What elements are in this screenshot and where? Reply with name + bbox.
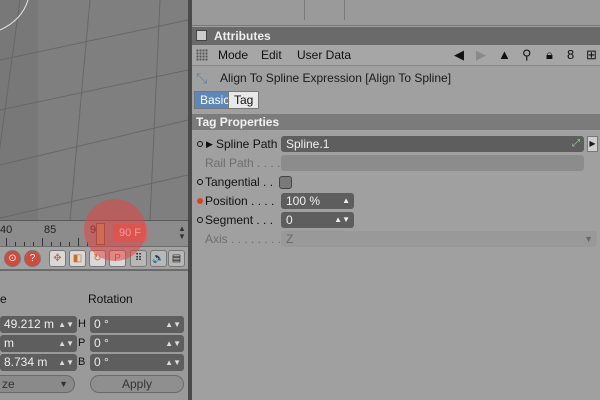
- spline-path-expand-button[interactable]: ▶: [587, 136, 598, 152]
- playhead[interactable]: [96, 223, 105, 245]
- apply-button[interactable]: Apply: [90, 375, 184, 393]
- timeline[interactable]: 40 85 9 90 F ▲ ▼: [0, 220, 188, 246]
- timeline-tick: 85: [44, 224, 57, 236]
- field-value: 100 %: [286, 194, 321, 208]
- coordinates-panel: e Rotation 49.212 m ▲▼ H 0 ° ▲▼ m ▲▼ P 0 ° ▲…: [0, 271, 188, 400]
- position-z-field[interactable]: 8.734 m ▲▼: [0, 354, 77, 371]
- search-icon[interactable]: ⚲: [522, 47, 532, 63]
- mode-value: ze: [2, 377, 15, 391]
- tangential-label: Tangential . .: [205, 175, 274, 189]
- back-arrow-icon[interactable]: ◀: [454, 47, 464, 63]
- attributes-panel: Attributes Mode Edit User Data ◀ ▶ ▲ ⚲ 🔒…: [192, 0, 600, 400]
- field-value: 49.212 m: [4, 317, 55, 331]
- spline-path-field[interactable]: Spline.1 ⤢: [281, 136, 584, 152]
- rotation-p-field[interactable]: 0 ° ▲▼: [90, 335, 184, 352]
- up-arrow-icon[interactable]: ▲: [498, 47, 511, 62]
- section-header: Tag Properties: [192, 114, 600, 130]
- frame-stepper-icon[interactable]: ▲ ▼: [178, 225, 186, 241]
- axis-label-p: P: [78, 337, 86, 349]
- position-label: Position . . . .: [205, 194, 275, 208]
- column-header-size: e: [0, 292, 7, 306]
- rotation-b-field[interactable]: 0 ° ▲▼: [90, 354, 184, 371]
- object-header: ⤡ Align To Spline Expression [Align To S…: [192, 68, 600, 88]
- column-header-rotation: Rotation: [88, 292, 133, 306]
- spline-path-label: Spline Path: [216, 137, 278, 151]
- move-key-icon[interactable]: ✥: [49, 250, 66, 267]
- axis-label: Axis . . . . . . . .: [205, 232, 282, 246]
- tangential-checkbox[interactable]: [279, 176, 292, 189]
- attributes-title: Attributes: [214, 29, 271, 43]
- forward-arrow-icon[interactable]: ▶: [476, 47, 486, 63]
- menu-user-data[interactable]: User Data: [297, 48, 351, 62]
- new-panel-icon[interactable]: ⊞: [586, 47, 597, 63]
- keyframe-bullet-icon[interactable]: [197, 198, 203, 204]
- field-value: Z: [286, 232, 294, 246]
- lock-icon[interactable]: 🔒︎: [546, 47, 553, 63]
- scale-key-icon[interactable]: ◧: [69, 250, 86, 267]
- attributes-titlebar: Attributes: [192, 27, 600, 45]
- position-field[interactable]: 100 % ▲: [281, 193, 354, 209]
- axis-select[interactable]: Z ▼: [281, 231, 597, 247]
- position-y-field[interactable]: m ▲▼: [0, 335, 77, 352]
- layout-icon[interactable]: ▤: [168, 250, 185, 267]
- animate-bullet-icon[interactable]: [197, 217, 203, 223]
- tab-tag[interactable]: Tag: [228, 91, 260, 109]
- field-value: 0 °: [94, 317, 109, 331]
- expand-arrow-icon[interactable]: ▶: [206, 139, 213, 150]
- axis-row: Axis . . . . . . . . Z ▼: [192, 230, 600, 249]
- attributes-menubar: Mode Edit User Data ◀ ▶ ▲ ⚲ 🔒︎ 8 ⊞: [192, 45, 600, 66]
- rotation-h-field[interactable]: 0 ° ▲▼: [90, 316, 184, 333]
- spline-path-row: ▶ Spline Path Spline.1 ⤢ ▶: [192, 135, 600, 154]
- timeline-ticks: [0, 237, 188, 246]
- menu-edit[interactable]: Edit: [261, 48, 282, 62]
- animate-bullet-icon[interactable]: [197, 179, 203, 185]
- chevron-down-icon: ▼: [584, 234, 593, 244]
- help-icon[interactable]: ?: [24, 250, 41, 267]
- point-key-icon[interactable]: ⠿: [130, 250, 147, 267]
- transport-toolbar: ⊙ ? ✥ ◧ ↻ P ⠿ 🔊 ▤: [0, 246, 188, 270]
- segment-row: Segment . . . 0 ▲▼: [192, 211, 600, 230]
- axis-label-b: B: [78, 356, 86, 368]
- rail-path-row: Rail Path . . . . .: [192, 154, 600, 173]
- segment-field[interactable]: 0 ▲▼: [281, 212, 354, 228]
- link-icon[interactable]: 8: [567, 47, 574, 62]
- field-value: 8.734 m: [4, 355, 48, 369]
- viewport-grid: [0, 0, 188, 220]
- grip-icon: [196, 49, 208, 61]
- align-tag-icon: ⤡: [196, 70, 208, 86]
- field-value: 0 °: [94, 355, 109, 369]
- param-key-icon[interactable]: P: [109, 250, 126, 267]
- segment-label: Segment . . .: [205, 213, 274, 227]
- object-name: Align To Spline Expression [Align To Spl…: [220, 71, 452, 85]
- rotate-key-icon[interactable]: ↻: [89, 250, 106, 267]
- current-frame-field[interactable]: 90 F: [113, 224, 147, 242]
- field-value: m: [4, 336, 14, 350]
- chevron-down-icon: ▼: [59, 379, 68, 389]
- tangential-row: Tangential . .: [192, 173, 600, 192]
- position-x-field[interactable]: 49.212 m ▲▼: [0, 316, 77, 333]
- timeline-tick: 40: [0, 224, 13, 236]
- viewport[interactable]: [0, 0, 188, 220]
- coordinate-mode-select[interactable]: ze ▼: [0, 375, 75, 393]
- field-value: 0 °: [94, 336, 109, 350]
- axis-label-h: H: [78, 318, 86, 330]
- panel-menu-icon[interactable]: [196, 30, 207, 41]
- position-row: Position . . . . 100 % ▲: [192, 192, 600, 211]
- field-value: Spline.1: [286, 137, 330, 151]
- rail-path-label: Rail Path . . . . .: [205, 156, 288, 170]
- rail-path-field[interactable]: [281, 155, 584, 171]
- menu-mode[interactable]: Mode: [218, 48, 248, 62]
- upper-panel-strip: [192, 0, 600, 26]
- audio-icon[interactable]: 🔊: [150, 250, 167, 267]
- animate-bullet-icon[interactable]: [197, 141, 203, 147]
- pick-icon[interactable]: ⤢: [572, 136, 580, 152]
- field-value: 0: [286, 213, 293, 227]
- record-icon[interactable]: ⊙: [4, 250, 21, 267]
